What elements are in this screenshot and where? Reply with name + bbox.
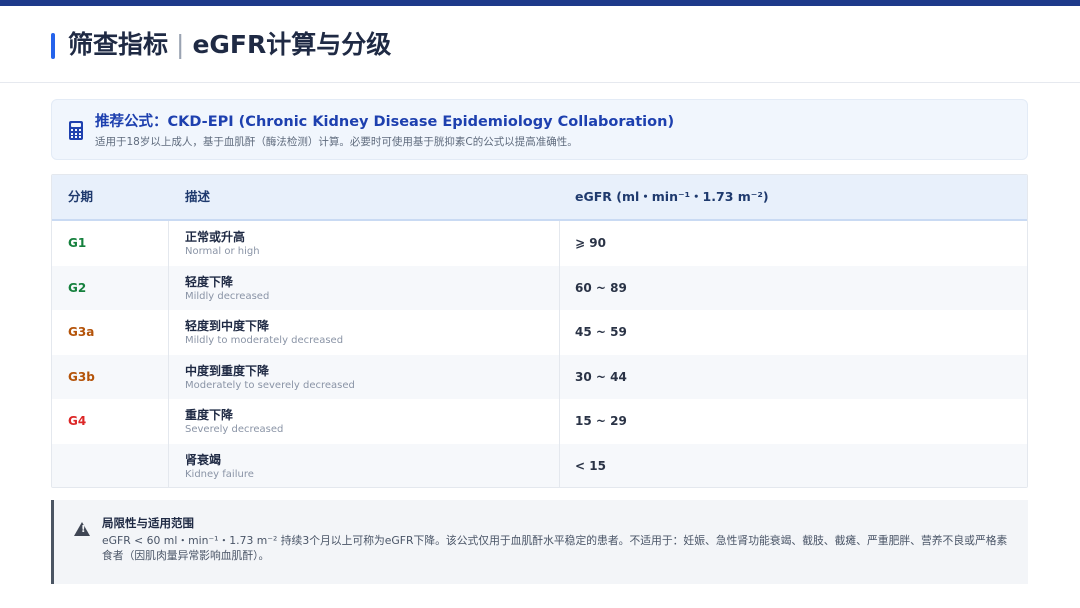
egfr-range-cell: 30 ~ 44 (560, 355, 1027, 400)
egfr-range-cell: ⩾ 90 (560, 221, 1027, 266)
stage-cell (52, 443, 169, 487)
stage-cell: G3a (52, 310, 169, 355)
stage-label: G4 (68, 414, 87, 429)
table-row: 肾衰竭 Kidney failure < 15 (52, 443, 1027, 487)
page-title: 筛查指标 | eGFR计算与分级 (68, 26, 391, 64)
warning-icon: ! (74, 522, 90, 536)
calculator-icon (69, 121, 83, 140)
description-en: Severely decreased (185, 424, 284, 436)
page-header: 筛查指标 | eGFR计算与分级 (0, 6, 1080, 83)
egfr-range-cell: 15 ~ 29 (560, 399, 1027, 444)
formula-box: 推荐公式：CKD-EPI (Chronic Kidney Disease Epi… (51, 99, 1028, 160)
title-sub: eGFR计算与分级 (192, 30, 392, 59)
table-row: G1 正常或升高 Normal or high ⩾ 90 (52, 221, 1027, 266)
description-en: Normal or high (185, 246, 260, 257)
egfr-range-cell: 60 ~ 89 (560, 266, 1027, 311)
description-en: Mildly to moderately decreased (185, 335, 344, 347)
egfr-range: 30 ~ 44 (575, 369, 627, 384)
formula-title: 推荐公式：CKD-EPI (Chronic Kidney Disease Epi… (95, 114, 675, 130)
stage-label: G1 (68, 236, 87, 250)
description-cell: 中度到重度下降 Moderately to severely decreased (169, 354, 560, 400)
title-accent-bar (51, 33, 55, 59)
stage-cell: G3b (52, 354, 169, 400)
table-row: G3a 轻度到中度下降 Mildly to moderately decreased… (52, 310, 1027, 355)
description-cell: 肾衰竭 Kidney failure (169, 443, 560, 487)
formula-subtitle: 适用于18岁以上成人，基于血肌酐（酶法检测）计算。必要时可使用基于胱抑素C的公式… (95, 136, 578, 148)
description-cell: 重度下降 Severely decreased (169, 399, 560, 444)
egfr-range: < 15 (575, 458, 606, 473)
table-row: G3b 中度到重度下降 Moderately to severely decreas… (52, 354, 1027, 400)
limitations-note: ! 局限性与适用范围 eGFR < 60 ml・min⁻¹・1.73 m⁻² 持… (51, 500, 1028, 584)
stage-cell: G1 (52, 221, 169, 266)
egfr-range-cell: < 15 (560, 444, 1027, 487)
description-en: Mildly decreased (185, 290, 270, 302)
table-row: G4 重度下降 Severely decreased 15 ~ 29 (52, 399, 1027, 444)
stage-cell: G4 (52, 399, 169, 444)
table-body: G1 正常或升高 Normal or high ⩾ 90 G2 轻度下降 Mildly de… (52, 221, 1027, 487)
stage-cell: G2 (52, 265, 169, 311)
egfr-range: 45 ~ 59 (575, 325, 627, 340)
column-header-description: 描述 (185, 189, 211, 204)
description-zh: 中度到重度下降 (185, 363, 270, 378)
description-zh: 正常或升高 (185, 230, 246, 244)
table-header: 分期 描述 eGFR (ml・min⁻¹・1.73 m⁻²) (52, 175, 1027, 221)
title-separator: | (176, 30, 185, 59)
description-cell: 轻度到中度下降 Mildly to moderately decreased (169, 310, 560, 355)
column-header-stage: 分期 (68, 189, 94, 204)
egfr-range: ⩾ 90 (575, 236, 606, 250)
table-row: G2 轻度下降 Mildly decreased 60 ~ 89 (52, 265, 1027, 311)
description-cell: 轻度下降 Mildly decreased (169, 265, 560, 311)
column-header-egfr: eGFR (ml・min⁻¹・1.73 m⁻²) (575, 189, 769, 204)
description-en: Moderately to severely decreased (185, 379, 355, 391)
description-zh: 肾衰竭 (185, 452, 222, 467)
note-body: eGFR < 60 ml・min⁻¹・1.73 m⁻² 持续3个月以上可称为eG… (102, 534, 1008, 562)
stage-label: G2 (68, 280, 87, 295)
stage-label: G3b (68, 369, 95, 384)
title-main: 筛查指标 (68, 30, 169, 59)
description-en: Kidney failure (185, 468, 254, 480)
egfr-table: 分期 描述 eGFR (ml・min⁻¹・1.73 m⁻²) G1 正常或升高 No… (51, 174, 1028, 488)
description-cell: 正常或升高 Normal or high (169, 221, 560, 266)
description-zh: 轻度下降 (185, 274, 234, 289)
egfr-range: 60 ~ 89 (575, 280, 627, 295)
description-zh: 轻度到中度下降 (185, 319, 270, 334)
egfr-range: 15 ~ 29 (575, 414, 627, 429)
note-title: 局限性与适用范围 (102, 516, 194, 530)
stage-label: G3a (68, 325, 95, 340)
egfr-range-cell: 45 ~ 59 (560, 310, 1027, 355)
description-zh: 重度下降 (185, 408, 234, 423)
